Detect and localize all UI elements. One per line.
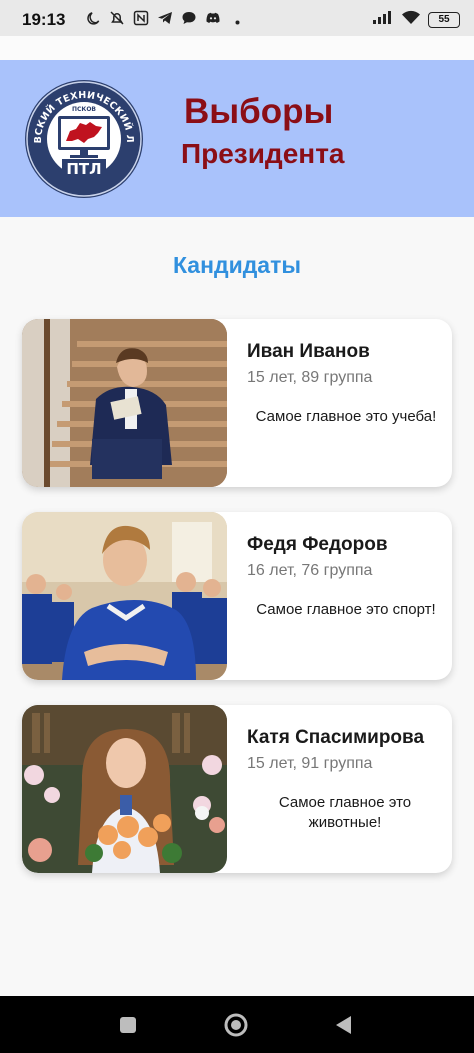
candidate-meta: 15 лет, 89 группа [247,369,373,386]
home-button[interactable] [221,1010,251,1040]
wifi-icon [401,9,421,30]
status-time: 19:13 [22,10,66,29]
candidate-slogan: Самое главное это животные! [278,794,412,831]
candidate-card[interactable]: Катя Спасимирова 15 лет, 91 группа Самое… [22,705,452,873]
candidate-meta: 15 лет, 91 группа [247,755,373,772]
status-spacer [0,36,474,60]
square-icon [120,1017,136,1033]
app-title-line2: Президента [181,138,345,169]
candidate-name: Иван Иванов [247,341,370,362]
chat-bubble-icon [181,10,197,31]
candidate-photo [22,705,227,873]
moon-icon [86,11,101,31]
battery-level: 55 [438,14,450,25]
candidate-slogan: Самое главное это учеба! [255,408,437,425]
candidate-meta: 16 лет, 76 группа [247,562,373,579]
signal-icon [372,9,394,30]
dot-icon [235,12,240,30]
nfc-icon [133,10,149,31]
candidate-card[interactable]: Иван Иванов 15 лет, 89 группа Самое глав… [22,319,452,487]
logo-abbr: ПТЛ [66,160,101,178]
battery-icon: 55 [428,11,460,28]
circle-icon [224,1013,248,1037]
candidate-slogan: Самое главное это спорт! [256,601,436,618]
candidate-photo [22,319,227,487]
back-triangle-icon [336,1016,351,1034]
candidate-photo [22,512,227,680]
bell-off-icon [109,10,125,31]
logo-city: ПСКОВ [72,106,96,113]
discord-icon [205,10,221,31]
school-logo: ПСКОВСКИЙ ТЕХНИЧЕСКИЙ ЛИЦЕЙ ПСКОВ ПТЛ [19,70,144,199]
section-title-candidates: Кандидаты [172,252,302,278]
app-title-line1: Выборы [184,92,334,131]
candidate-name: Катя Спасимирова [247,727,425,748]
candidate-name: Федя Федоров [247,534,388,555]
status-bar: 19:13 55 [0,0,474,36]
recents-button[interactable] [113,1010,143,1040]
back-button[interactable] [328,1010,358,1040]
app-header: ПСКОВСКИЙ ТЕХНИЧЕСКИЙ ЛИЦЕЙ ПСКОВ ПТЛ Вы… [0,60,474,217]
candidate-card[interactable]: Федя Федоров 16 лет, 76 группа Самое гла… [22,512,452,680]
system-nav-bar [0,996,474,1053]
telegram-icon [157,10,173,31]
